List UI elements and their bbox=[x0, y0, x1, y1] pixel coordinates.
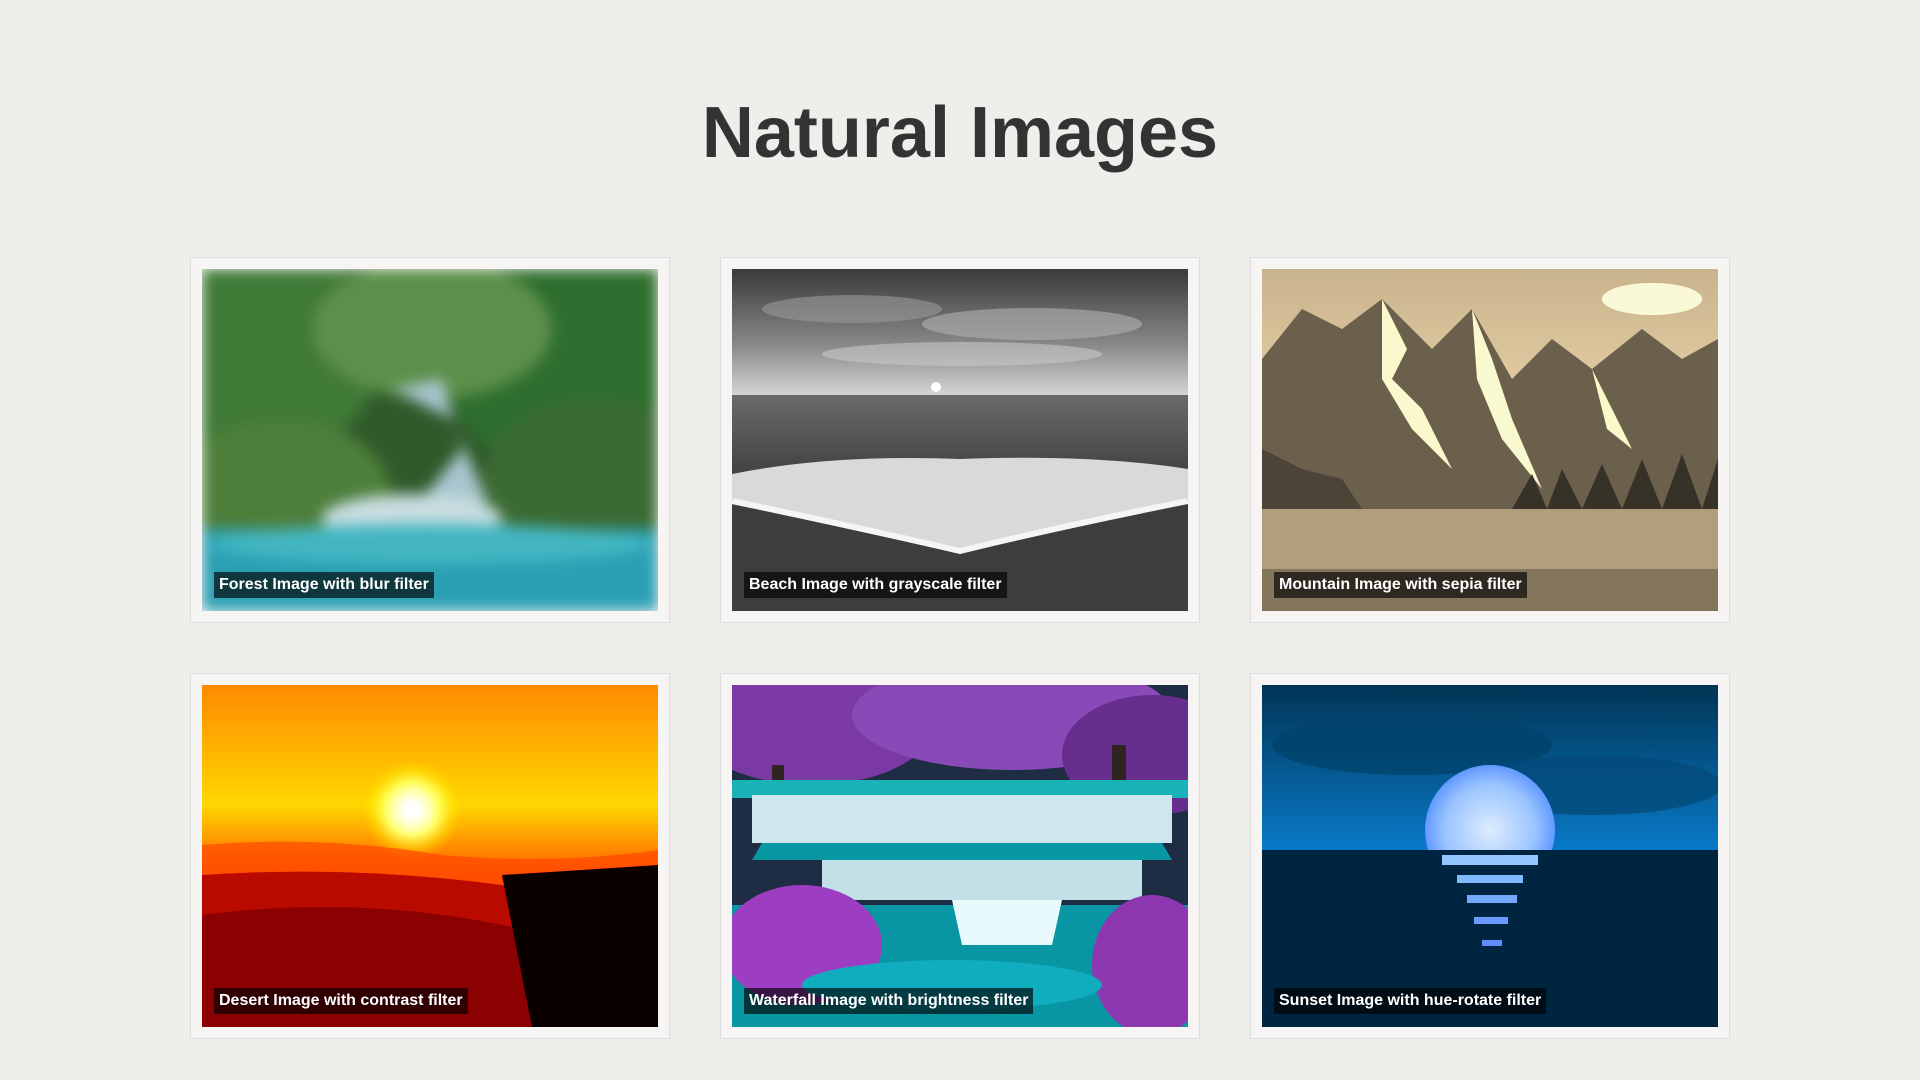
beach-image[interactable]: Beach Image with grayscale filter bbox=[732, 269, 1188, 611]
desert-picture bbox=[202, 685, 658, 1027]
gallery-card-waterfall[interactable]: Waterfall Image with brightness filter bbox=[720, 673, 1200, 1039]
image-caption-beach: Beach Image with grayscale filter bbox=[744, 572, 1007, 598]
gallery-card-desert[interactable]: Desert Image with contrast filter bbox=[190, 673, 670, 1039]
gallery-card-sunset[interactable]: Sunset Image with hue-rotate filter bbox=[1250, 673, 1730, 1039]
image-caption-desert: Desert Image with contrast filter bbox=[214, 988, 468, 1014]
mountain-image[interactable]: Mountain Image with sepia filter bbox=[1262, 269, 1718, 611]
mountain-picture bbox=[1262, 269, 1718, 611]
sunset-picture bbox=[1262, 685, 1718, 1027]
image-caption-mountain: Mountain Image with sepia filter bbox=[1274, 572, 1527, 598]
image-gallery: Forest Image with blur filter Beach Imag… bbox=[190, 257, 1730, 1039]
image-caption-waterfall: Waterfall Image with brightness filter bbox=[744, 988, 1034, 1014]
beach-picture bbox=[732, 269, 1188, 611]
page-title: Natural Images bbox=[701, 93, 1219, 173]
forest-image[interactable]: Forest Image with blur filter bbox=[202, 269, 658, 611]
gallery-card-mountain[interactable]: Mountain Image with sepia filter bbox=[1250, 257, 1730, 623]
waterfall-picture bbox=[732, 685, 1188, 1027]
image-caption-forest: Forest Image with blur filter bbox=[214, 572, 434, 598]
desert-image[interactable]: Desert Image with contrast filter bbox=[202, 685, 658, 1027]
gallery-card-beach[interactable]: Beach Image with grayscale filter bbox=[720, 257, 1200, 623]
image-caption-sunset: Sunset Image with hue-rotate filter bbox=[1274, 988, 1547, 1014]
sunset-image[interactable]: Sunset Image with hue-rotate filter bbox=[1262, 685, 1718, 1027]
waterfall-image[interactable]: Waterfall Image with brightness filter bbox=[732, 685, 1188, 1027]
forest-picture bbox=[202, 269, 658, 611]
gallery-card-forest[interactable]: Forest Image with blur filter bbox=[190, 257, 670, 623]
